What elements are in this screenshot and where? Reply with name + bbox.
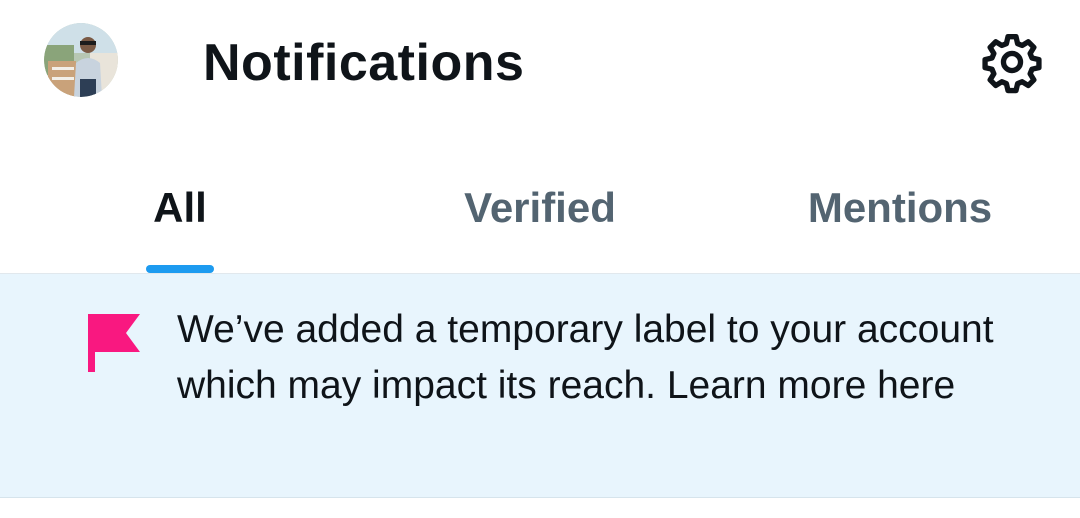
tab-verified-label: Verified <box>464 184 616 231</box>
flag-icon <box>86 314 142 374</box>
account-label-notice[interactable]: We’ve added a temporary label to your ac… <box>0 274 1080 498</box>
notifications-screen: Notifications All Verified Mentions We’v… <box>0 0 1080 518</box>
top-header: Notifications <box>0 0 1080 124</box>
notice-text: We’ve added a temporary label to your ac… <box>177 308 994 407</box>
tab-mentions-label: Mentions <box>807 184 993 231</box>
active-tab-indicator <box>146 265 214 273</box>
gear-icon <box>982 34 1042 94</box>
settings-button[interactable] <box>980 30 1044 94</box>
tab-all-label: All <box>153 184 207 231</box>
tab-verified[interactable]: Verified <box>420 150 660 273</box>
notification-tabs: All Verified Mentions <box>0 150 1080 274</box>
user-avatar-icon <box>44 23 118 97</box>
page-title: Notifications <box>203 34 525 92</box>
tab-mentions[interactable]: Mentions <box>780 150 1020 273</box>
tab-all[interactable]: All <box>100 150 260 273</box>
avatar[interactable] <box>44 23 118 97</box>
